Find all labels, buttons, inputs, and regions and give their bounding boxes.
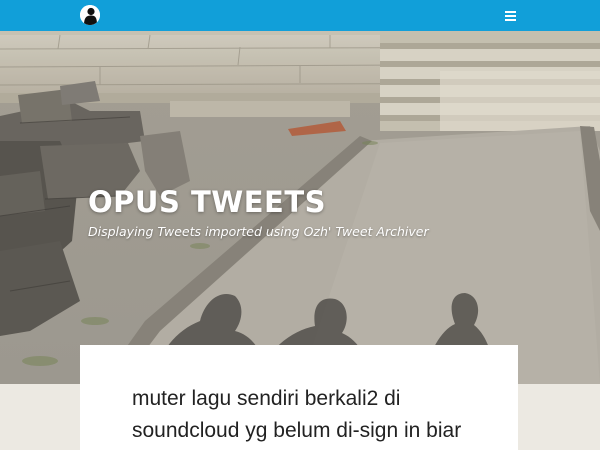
- site-title[interactable]: OPUS TWEETS: [88, 185, 326, 219]
- avatar-icon[interactable]: [80, 5, 100, 25]
- menu-line-middle: [505, 15, 516, 17]
- hero-header: OPUS TWEETS Displaying Tweets imported u…: [0, 31, 600, 384]
- hamburger-menu-icon[interactable]: [504, 9, 518, 23]
- tweet-text: muter lagu sendiri berkali2 di soundclou…: [132, 387, 462, 442]
- menu-line-bottom: [505, 19, 516, 21]
- top-bar: [0, 0, 600, 31]
- tweet-card: muter lagu sendiri berkali2 di soundclou…: [80, 345, 518, 450]
- menu-line-top: [505, 11, 516, 13]
- site-tagline: Displaying Tweets imported using Ozh' Tw…: [88, 224, 429, 239]
